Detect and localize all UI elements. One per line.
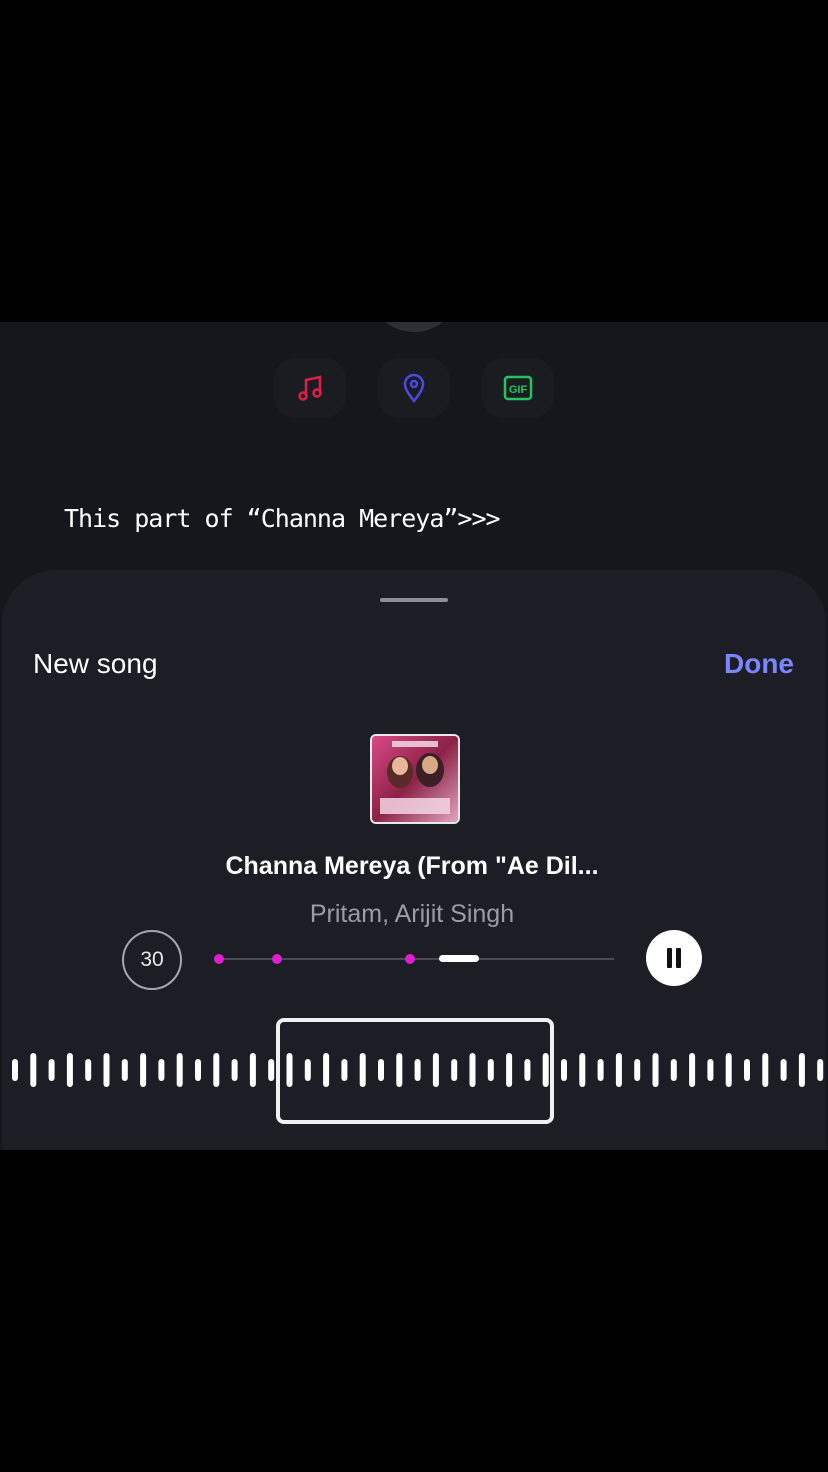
waveform-bar — [780, 1059, 787, 1081]
waveform-bar — [176, 1053, 183, 1087]
music-picker-screen: GIF This part of “Channa Mereya”>>> New … — [0, 322, 828, 1150]
waveform-bar — [634, 1059, 641, 1081]
waveform-bar — [158, 1059, 165, 1081]
done-button[interactable]: Done — [724, 648, 794, 680]
section-marker[interactable] — [271, 954, 282, 964]
waveform-bar — [12, 1059, 18, 1081]
playhead[interactable] — [438, 955, 479, 962]
waveform-bar — [48, 1059, 55, 1081]
clip-duration-button[interactable]: 30 — [122, 930, 182, 990]
waveform-bar — [744, 1059, 750, 1081]
location-pin-icon — [403, 373, 425, 404]
waveform-bar — [597, 1059, 604, 1081]
waveform-bar — [140, 1053, 147, 1087]
music-note-icon — [298, 375, 322, 401]
gif-label: GIF — [509, 384, 528, 396]
album-art-image — [372, 736, 458, 822]
music-sticker-button[interactable] — [274, 358, 346, 418]
waveform-bar — [268, 1059, 275, 1081]
clip-selection-frame[interactable] — [276, 1018, 554, 1124]
story-caption[interactable]: This part of “Channa Mereya”>>> — [64, 504, 501, 533]
waveform-bar — [195, 1059, 201, 1081]
location-sticker-button[interactable] — [378, 358, 450, 418]
song-title: Channa Mereya (From "Ae Dil... — [225, 852, 599, 880]
profile-preview — [368, 322, 460, 332]
waveform-bar — [579, 1053, 586, 1087]
waveform-bar — [652, 1053, 659, 1087]
section-marker[interactable] — [214, 954, 224, 964]
drag-handle[interactable] — [380, 598, 448, 602]
album-art — [370, 734, 460, 824]
sheet-title[interactable]: New song — [33, 648, 158, 680]
waveform-bar — [231, 1059, 238, 1081]
waveform-bar — [85, 1059, 92, 1081]
waveform-bar — [103, 1053, 110, 1087]
section-marker[interactable] — [405, 954, 416, 964]
waveform-bar — [689, 1053, 696, 1087]
waveform-bar — [30, 1053, 37, 1087]
waveform-bar — [121, 1059, 128, 1081]
song-artist: Pritam, Arijit Singh — [309, 900, 515, 928]
sticker-row: GIF — [0, 358, 828, 418]
pause-icon — [667, 948, 672, 968]
pause-button[interactable] — [646, 930, 702, 986]
waveform-bar — [798, 1053, 805, 1087]
waveform-bar — [725, 1053, 732, 1087]
gif-icon: GIF — [503, 375, 533, 401]
waveform-bar — [249, 1053, 256, 1087]
waveform-bar — [615, 1053, 622, 1087]
waveform-bar — [561, 1059, 567, 1081]
gif-sticker-button[interactable]: GIF — [482, 358, 554, 418]
waveform-bar — [670, 1059, 677, 1081]
waveform-bar — [213, 1053, 220, 1087]
waveform-bar — [817, 1059, 824, 1081]
waveform-bar — [707, 1059, 714, 1081]
song-progress-track[interactable] — [214, 954, 614, 964]
song-bottom-sheet: New song Done Channa Mereya (From "Ae Di… — [2, 570, 826, 1150]
waveform-bar — [66, 1053, 73, 1087]
waveform-bar — [762, 1053, 769, 1087]
